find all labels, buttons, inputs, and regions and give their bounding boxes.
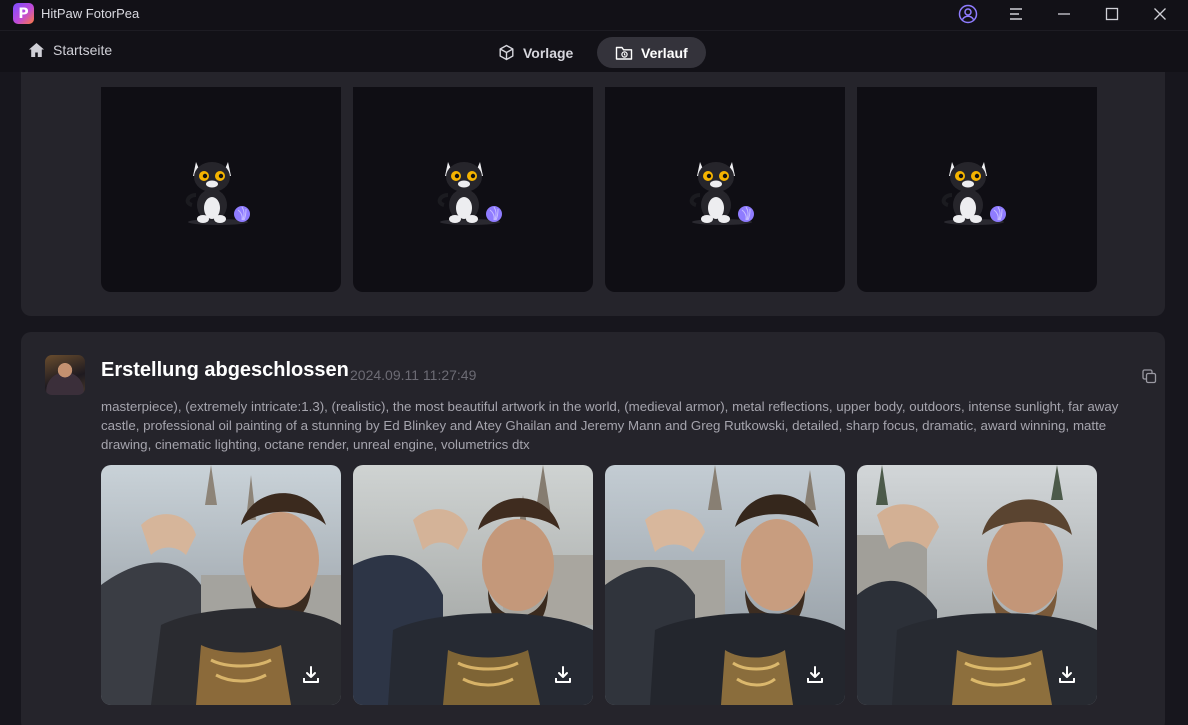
loading-tile — [605, 87, 845, 292]
scrollbar[interactable] — [1180, 72, 1188, 725]
result-image[interactable] — [857, 465, 1097, 705]
home-label: Startseite — [53, 42, 113, 58]
loading-tile — [857, 87, 1097, 292]
download-icon[interactable] — [803, 663, 827, 687]
copy-prompt-icon[interactable] — [1141, 368, 1157, 384]
home-icon — [29, 43, 44, 57]
minimize-icon[interactable] — [1042, 0, 1086, 28]
app-title: HitPaw FotorPea — [41, 6, 140, 21]
result-thumbnail-avatar[interactable] — [45, 355, 85, 395]
app-logo-icon: P — [13, 3, 34, 24]
tab-verlauf[interactable]: Verlauf — [597, 37, 706, 68]
result-image[interactable] — [353, 465, 593, 705]
tab-vorlage[interactable]: Vorlage — [480, 37, 591, 68]
title-bar: P HitPaw FotorPea — [0, 0, 1188, 30]
menu-icon[interactable] — [994, 0, 1038, 28]
cat-with-yarn-loading-icon — [941, 161, 1006, 225]
maximize-icon[interactable] — [1090, 0, 1134, 28]
close-icon[interactable] — [1138, 0, 1182, 28]
tab-verlauf-label: Verlauf — [641, 44, 688, 61]
cube-icon — [499, 44, 514, 61]
download-icon[interactable] — [551, 663, 575, 687]
loading-tile — [353, 87, 593, 292]
result-image[interactable] — [101, 465, 341, 705]
loading-tile — [101, 87, 341, 292]
home-link[interactable]: Startseite — [28, 42, 112, 58]
download-icon[interactable] — [1055, 663, 1079, 687]
status-title: Erstellung abgeschlossen — [101, 359, 349, 381]
download-icon[interactable] — [299, 663, 323, 687]
cat-with-yarn-loading-icon — [689, 161, 754, 225]
account-icon[interactable] — [946, 0, 990, 28]
result-image[interactable] — [605, 465, 845, 705]
nav-bar: Startseite Vorlage Verlauf — [0, 30, 1188, 72]
cat-with-yarn-loading-icon — [185, 161, 250, 225]
cat-with-yarn-loading-icon — [437, 161, 502, 225]
prompt-text: masterpiece), (extremely intricate:1.3),… — [101, 399, 1119, 452]
timestamp: 2024.09.11 11:27:49 — [350, 367, 477, 383]
tab-vorlage-label: Vorlage — [523, 44, 574, 61]
folder-history-icon — [615, 46, 633, 60]
